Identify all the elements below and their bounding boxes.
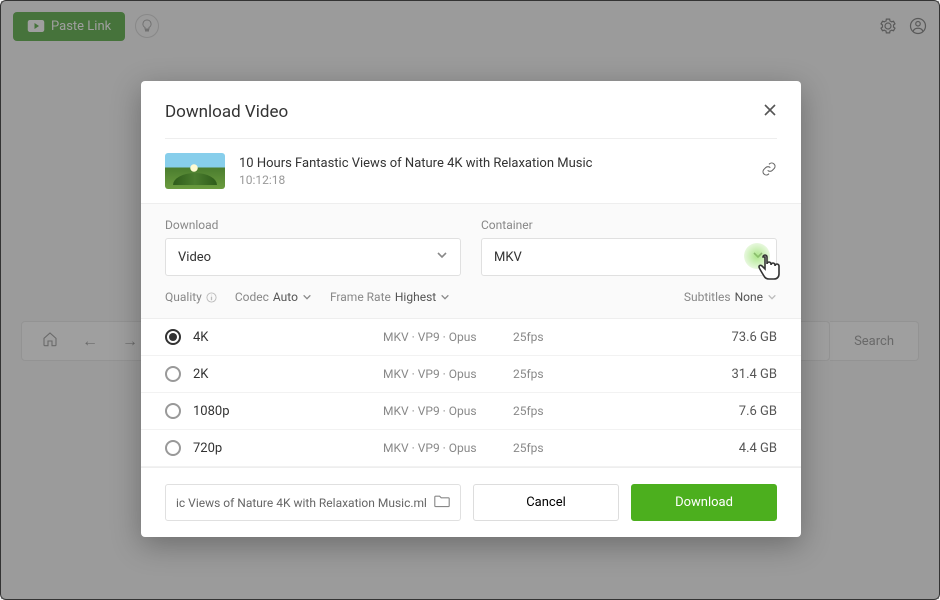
radio-icon xyxy=(165,366,181,382)
quality-fps: 25fps xyxy=(513,367,613,381)
video-info-row: 10 Hours Fantastic Views of Nature 4K wi… xyxy=(141,139,801,203)
quality-size: 4.4 GB xyxy=(739,441,777,456)
quality-option[interactable]: 2KMKV · VP9 · Opus25fps 31.4 GB xyxy=(141,356,801,393)
folder-icon xyxy=(434,494,450,508)
link-icon xyxy=(761,161,777,177)
quality-codec: MKV · VP9 · Opus xyxy=(383,404,513,418)
quality-option[interactable]: 720pMKV · VP9 · Opus25fps 4.4 GB xyxy=(141,430,801,467)
quality-name: 720p xyxy=(193,441,383,456)
quality-name: 1080p xyxy=(193,404,383,419)
close-icon xyxy=(763,103,777,117)
quality-name: 4K xyxy=(193,330,383,345)
quality-size: 7.6 GB xyxy=(739,404,777,419)
quality-codec: MKV · VP9 · Opus xyxy=(383,441,513,455)
quality-codec: MKV · VP9 · Opus xyxy=(383,330,513,344)
quality-fps: 25fps xyxy=(513,330,613,344)
container-label: Container xyxy=(481,218,777,232)
subtitles-filter[interactable]: Subtitles None xyxy=(684,290,777,304)
video-duration: 10:12:18 xyxy=(239,173,592,187)
filename-field[interactable]: ic Views of Nature 4K with Relaxation Mu… xyxy=(165,484,461,521)
quality-size: 31.4 GB xyxy=(731,367,777,382)
chevron-down-icon xyxy=(767,292,777,302)
quality-option[interactable]: 4KMKV · VP9 · Opus25fps 73.6 GB xyxy=(141,319,801,356)
folder-button[interactable] xyxy=(434,494,450,511)
radio-icon xyxy=(165,403,181,419)
radio-icon xyxy=(165,440,181,456)
quality-option[interactable]: 1080pMKV · VP9 · Opus25fps 7.6 GB xyxy=(141,393,801,430)
chevron-down-icon xyxy=(302,292,312,302)
close-button[interactable] xyxy=(763,101,777,122)
download-type-select[interactable]: Video xyxy=(165,238,461,276)
quality-name: 2K xyxy=(193,367,383,382)
quality-size: 73.6 GB xyxy=(731,330,777,345)
codec-filter[interactable]: Codec Auto xyxy=(235,290,312,304)
video-title: 10 Hours Fantastic Views of Nature 4K wi… xyxy=(239,156,592,171)
quality-filter: Quality xyxy=(165,290,217,304)
quality-codec: MKV · VP9 · Opus xyxy=(383,367,513,381)
download-type-label: Download xyxy=(165,218,461,232)
chevron-down-icon xyxy=(440,292,450,302)
container-select[interactable]: MKV xyxy=(481,238,777,276)
radio-icon xyxy=(165,329,181,345)
info-icon[interactable] xyxy=(206,292,217,303)
video-thumbnail xyxy=(165,153,225,189)
framerate-filter[interactable]: Frame Rate Highest xyxy=(330,290,450,304)
modal-title: Download Video xyxy=(165,102,288,122)
quality-fps: 25fps xyxy=(513,404,613,418)
download-video-modal: Download Video 10 Hours Fantastic Views … xyxy=(141,81,801,537)
copy-link-button[interactable] xyxy=(761,161,777,181)
click-ripple xyxy=(744,243,770,269)
quality-list: 4KMKV · VP9 · Opus25fps73.6 GB2KMKV · VP… xyxy=(141,318,801,467)
cancel-button[interactable]: Cancel xyxy=(473,484,619,521)
quality-fps: 25fps xyxy=(513,441,613,455)
download-button[interactable]: Download xyxy=(631,484,777,521)
chevron-down-icon xyxy=(436,249,448,265)
